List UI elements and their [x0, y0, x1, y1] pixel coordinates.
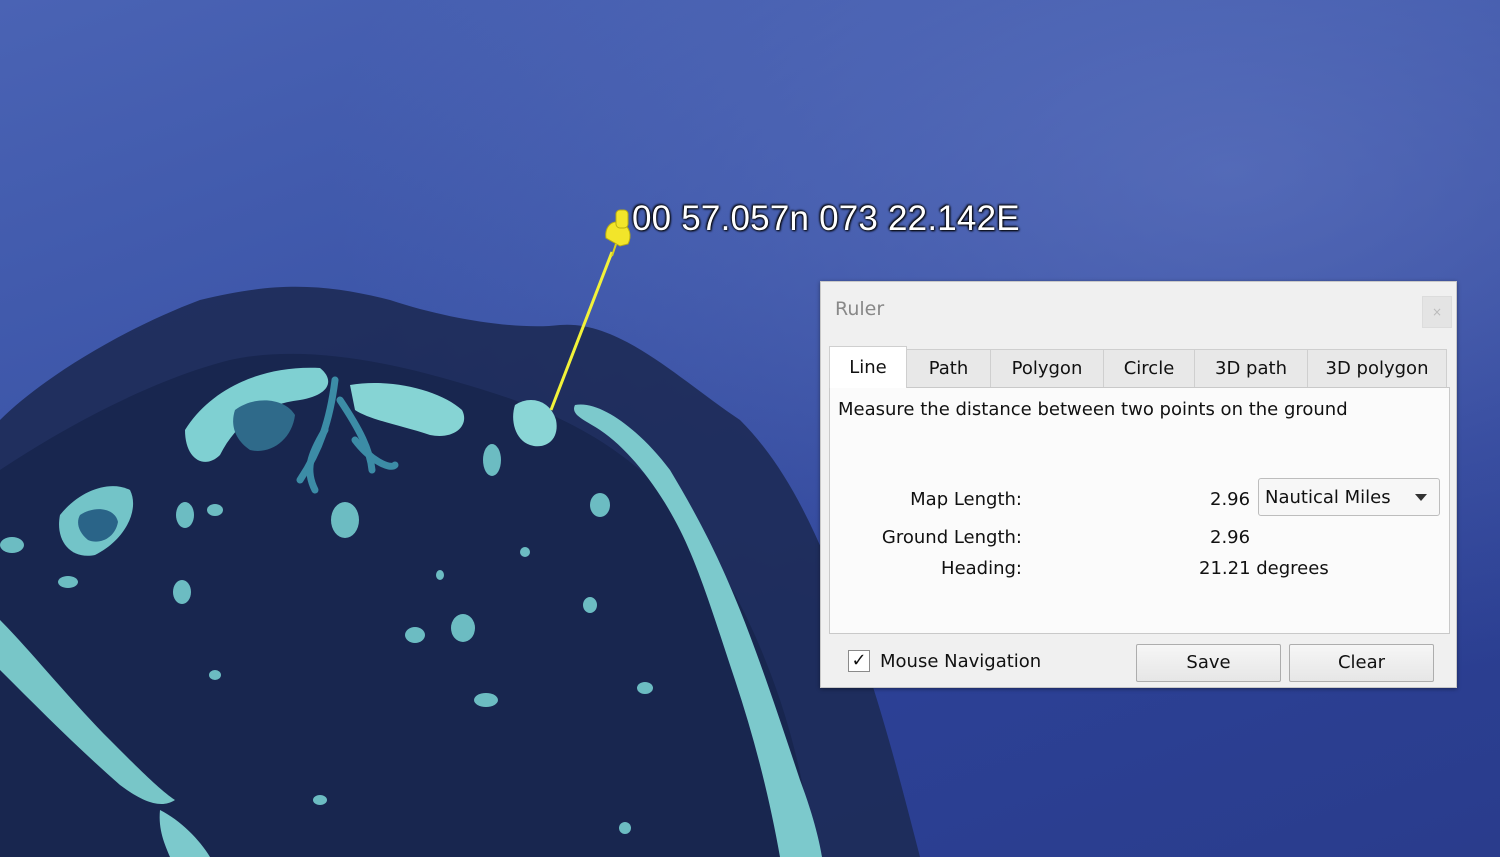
tab-line[interactable]: Line: [829, 346, 907, 388]
units-dropdown[interactable]: Nautical Miles: [1258, 478, 1440, 516]
tab-3d-polygon[interactable]: 3D polygon: [1307, 349, 1447, 387]
tab-polygon[interactable]: Polygon: [990, 349, 1104, 387]
line-tab-panel: Measure the distance between two points …: [829, 387, 1450, 634]
map-length-label: Map Length:: [910, 489, 1022, 510]
ground-length-label: Ground Length:: [881, 527, 1022, 548]
tab-path[interactable]: Path: [906, 349, 991, 387]
units-selected-value: Nautical Miles: [1265, 487, 1391, 508]
ground-length-value: 2.96: [1210, 527, 1251, 548]
tab-3d-path[interactable]: 3D path: [1194, 349, 1308, 387]
placemark-coordinates-label[interactable]: 00 57.057n 073 22.142E: [632, 199, 1020, 239]
close-icon[interactable]: ×: [1422, 296, 1452, 328]
tab-circle[interactable]: Circle: [1103, 349, 1195, 387]
chevron-down-icon: [1415, 494, 1427, 501]
heading-value: 21.21 degrees: [1199, 558, 1329, 579]
ruler-dialog: Ruler × Line Path Polygon Circle 3D path…: [820, 281, 1457, 688]
map-length-value: 2.96: [1210, 489, 1251, 510]
heading-label: Heading:: [941, 558, 1022, 579]
panel-description: Measure the distance between two points …: [838, 399, 1348, 420]
clear-button[interactable]: Clear: [1289, 644, 1434, 682]
dialog-title: Ruler: [835, 298, 885, 320]
save-button[interactable]: Save: [1136, 644, 1281, 682]
mouse-navigation-label[interactable]: Mouse Navigation: [880, 651, 1041, 672]
mouse-navigation-checkbox[interactable]: ✓: [848, 650, 870, 672]
